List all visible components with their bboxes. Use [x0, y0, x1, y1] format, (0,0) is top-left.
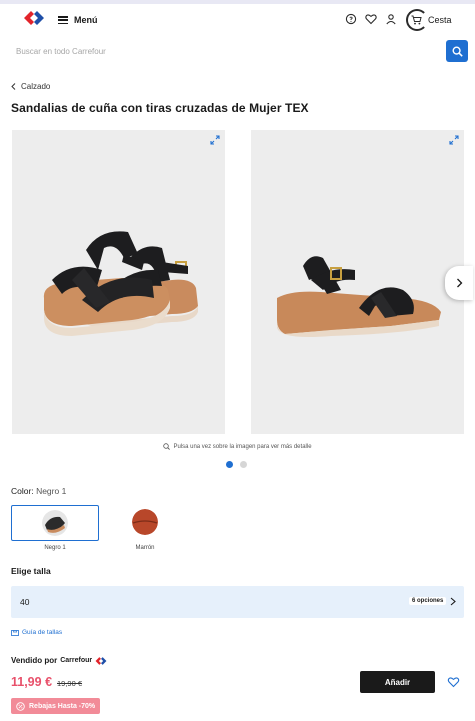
chevron-right-icon — [456, 278, 462, 288]
size-guide-label: Guía de tallas — [22, 629, 63, 636]
size-label: Elige talla — [11, 566, 51, 576]
size-value: 40 — [20, 597, 30, 607]
gallery-pagination — [226, 461, 247, 468]
size-selector[interactable]: 40 6 opciones — [11, 586, 464, 618]
heart-icon[interactable] — [365, 13, 377, 25]
current-price: 11,99 € — [11, 675, 53, 689]
promo-text: Rebajas Hasta -70% — [29, 702, 96, 710]
add-to-cart-button[interactable]: Añadir — [360, 671, 435, 693]
zoom-icon — [163, 443, 171, 450]
user-icon[interactable] — [385, 13, 397, 25]
search-input[interactable] — [0, 38, 440, 64]
help-chat-icon[interactable] — [345, 13, 357, 25]
color-swatch-marron — [132, 509, 158, 535]
carrefour-logo-icon[interactable] — [23, 11, 45, 25]
seller-name: Carrefour — [60, 657, 93, 664]
size-options-count: 6 opciones — [409, 597, 447, 605]
sold-by-label: Vendido por — [11, 656, 58, 665]
discount-icon — [16, 701, 25, 711]
color-swatch-negro — [42, 510, 68, 536]
product-image-2[interactable] — [251, 130, 464, 434]
size-guide-link[interactable]: Guía de tallas — [11, 629, 62, 636]
cart-icon — [411, 15, 422, 25]
menu-label: Menú — [74, 15, 98, 25]
search-bar — [0, 38, 475, 64]
cart-button[interactable]: Cesta — [406, 9, 458, 31]
color-selected-value: Negro 1 — [36, 486, 67, 496]
heart-icon[interactable] — [447, 676, 460, 688]
product-image-1[interactable] — [12, 130, 225, 434]
product-gallery — [0, 130, 475, 434]
chevron-right-icon — [450, 597, 456, 606]
search-button[interactable] — [446, 40, 468, 62]
gallery-dot-1[interactable] — [226, 461, 233, 468]
chevron-left-icon — [11, 83, 16, 90]
color-option-marron[interactable] — [110, 505, 180, 541]
color-option-negro[interactable] — [11, 505, 99, 541]
search-icon — [451, 45, 463, 57]
color-label-row: Color: Negro 1 — [11, 486, 66, 496]
sandal-pair-illustration — [43, 231, 198, 336]
gallery-next-button[interactable] — [445, 266, 473, 300]
gallery-hint: Pulsa una vez sobre la imagen para ver m… — [0, 443, 475, 450]
product-title: Sandalias de cuña con tiras cruzadas de … — [11, 101, 309, 115]
gallery-dot-2[interactable] — [240, 461, 247, 468]
breadcrumb[interactable]: Calzado — [11, 82, 50, 91]
original-price: 19,90 € — [57, 679, 83, 688]
color-option-negro-label: Negro 1 — [44, 545, 66, 551]
gallery-hint-text: Pulsa una vez sobre la imagen para ver m… — [173, 443, 312, 450]
color-option-marron-label: Marrón — [135, 545, 155, 551]
promo-badge: Rebajas Hasta -70% — [11, 698, 101, 714]
hamburger-icon — [58, 16, 68, 24]
color-label: Color: — [11, 486, 34, 496]
cart-label: Cesta — [428, 15, 452, 25]
sandal-side-illustration — [277, 256, 441, 337]
carrefour-logo-icon — [95, 656, 107, 665]
breadcrumb-label: Calzado — [21, 82, 51, 91]
header: Menú Cesta — [0, 4, 475, 36]
menu-button[interactable]: Menú — [58, 12, 98, 28]
seller-row: Vendido por Carrefour — [11, 656, 107, 665]
ruler-icon — [11, 629, 19, 636]
